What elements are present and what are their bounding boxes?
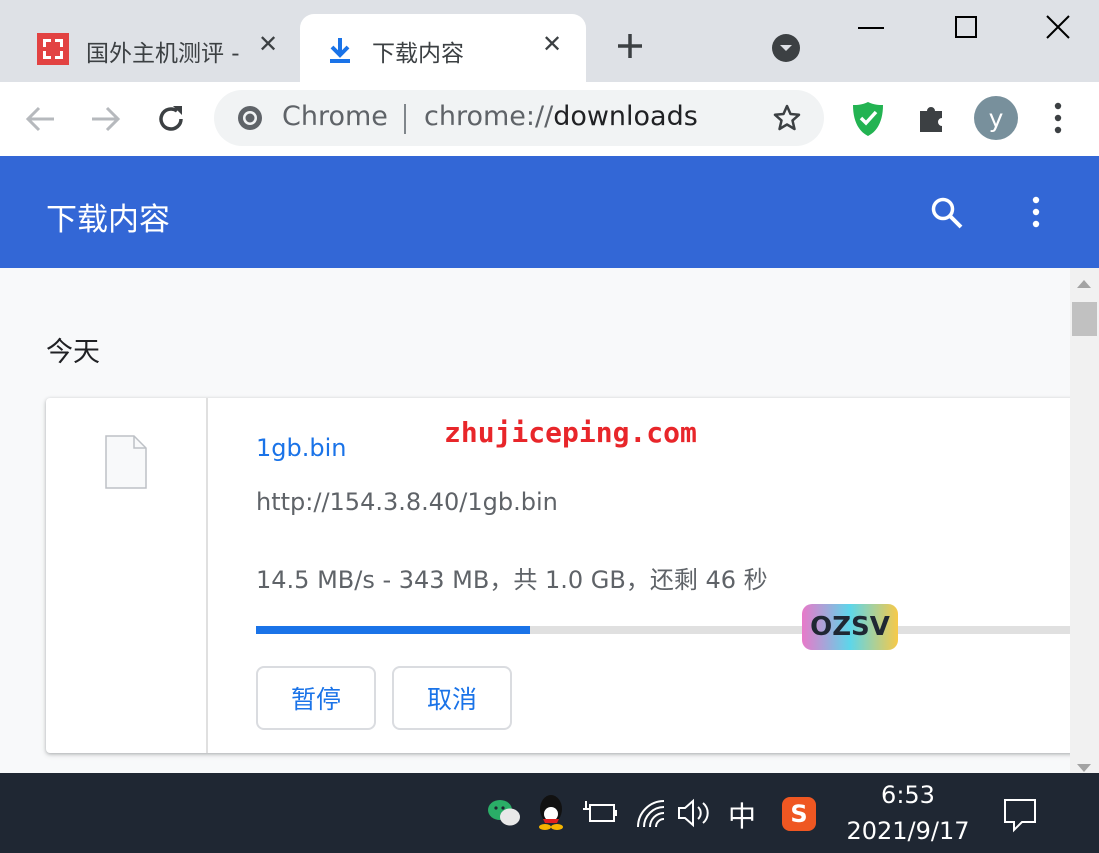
page-title: 下载内容 — [46, 202, 170, 238]
scrollbar[interactable] — [1070, 268, 1099, 773]
url-scheme: chrome:// — [424, 101, 554, 132]
adguard-shield-icon[interactable] — [850, 100, 886, 138]
new-tab-icon[interactable] — [614, 30, 646, 62]
window-close-icon[interactable] — [1045, 14, 1071, 40]
cancel-button[interactable]: 取消 — [392, 666, 512, 730]
qq-icon[interactable] — [536, 793, 566, 831]
windows-taskbar: 中 S 6:53 2021/9/17 — [0, 773, 1099, 853]
menu-kebab-icon[interactable] — [1050, 100, 1066, 136]
tab-search-icon[interactable] — [771, 33, 801, 63]
tab-title: 下载内容 — [372, 41, 464, 67]
ozsv-sticker: OZSV — [802, 604, 898, 650]
section-date: 今天 — [46, 337, 100, 368]
notification-icon[interactable] — [1002, 797, 1038, 833]
clock-time[interactable]: 6:53 — [848, 781, 968, 809]
scrollbar-thumb[interactable] — [1072, 302, 1097, 336]
site-watermark: zhujiceping.com — [444, 416, 697, 449]
downloads-list: 今天 1gb.bin http://154.3.8.40/1gb.bin 14.… — [0, 268, 1070, 773]
chrome-logo-icon — [236, 104, 264, 132]
wifi-icon[interactable] — [634, 797, 668, 829]
pause-button[interactable]: 暂停 — [256, 666, 376, 730]
extensions-icon[interactable] — [916, 102, 948, 134]
site-favicon — [36, 32, 70, 66]
tab-title: 国外主机测评 - — [86, 41, 240, 67]
download-icon — [328, 36, 352, 64]
sogou-input-icon[interactable]: S — [782, 797, 816, 831]
more-actions-icon[interactable] — [1028, 194, 1044, 230]
wechat-icon[interactable] — [486, 797, 522, 829]
downloads-header: 下载内容 — [0, 156, 1099, 268]
omnibox[interactable]: Chrome chrome://downloads — [214, 90, 824, 146]
source-url[interactable]: http://154.3.8.40/1gb.bin — [256, 488, 558, 516]
omnibox-divider — [404, 104, 406, 134]
file-icon — [104, 434, 148, 490]
progress-bar — [256, 626, 1070, 634]
back-icon[interactable] — [24, 104, 58, 134]
card-divider — [206, 398, 208, 753]
close-icon[interactable]: ✕ — [258, 30, 278, 58]
site-chip: Chrome — [282, 101, 388, 132]
close-icon[interactable]: ✕ — [542, 30, 562, 58]
file-name-link[interactable]: 1gb.bin — [256, 434, 346, 462]
bookmark-star-icon[interactable] — [772, 103, 802, 133]
minimize-icon[interactable] — [856, 20, 886, 34]
forward-icon[interactable] — [88, 104, 122, 134]
tab-zhujiceping[interactable]: 国外主机测评 - ✕ — [10, 14, 292, 82]
download-item: 1gb.bin http://154.3.8.40/1gb.bin 14.5 M… — [46, 398, 1070, 753]
scroll-down-icon[interactable] — [1077, 764, 1091, 772]
maximize-icon[interactable] — [954, 15, 978, 39]
browser-toolbar: Chrome chrome://downloads y — [0, 82, 1099, 156]
ime-indicator[interactable]: 中 — [728, 795, 756, 835]
battery-icon[interactable] — [582, 799, 618, 827]
url-text: chrome://downloads — [424, 101, 698, 132]
download-status: 14.5 MB/s - 343 MB，共 1.0 GB，还剩 46 秒 — [256, 566, 768, 594]
url-path: downloads — [553, 101, 698, 132]
volume-icon[interactable] — [676, 797, 712, 829]
clock-date[interactable]: 2021/9/17 — [846, 817, 970, 845]
tab-strip: 国外主机测评 - ✕ 下载内容 ✕ — [0, 0, 1099, 82]
reload-icon[interactable] — [154, 102, 188, 136]
search-icon[interactable] — [930, 196, 964, 230]
tab-downloads[interactable]: 下载内容 ✕ — [300, 14, 586, 82]
progress-fill — [256, 626, 530, 634]
profile-avatar[interactable]: y — [974, 96, 1018, 140]
scroll-up-icon[interactable] — [1077, 280, 1091, 288]
